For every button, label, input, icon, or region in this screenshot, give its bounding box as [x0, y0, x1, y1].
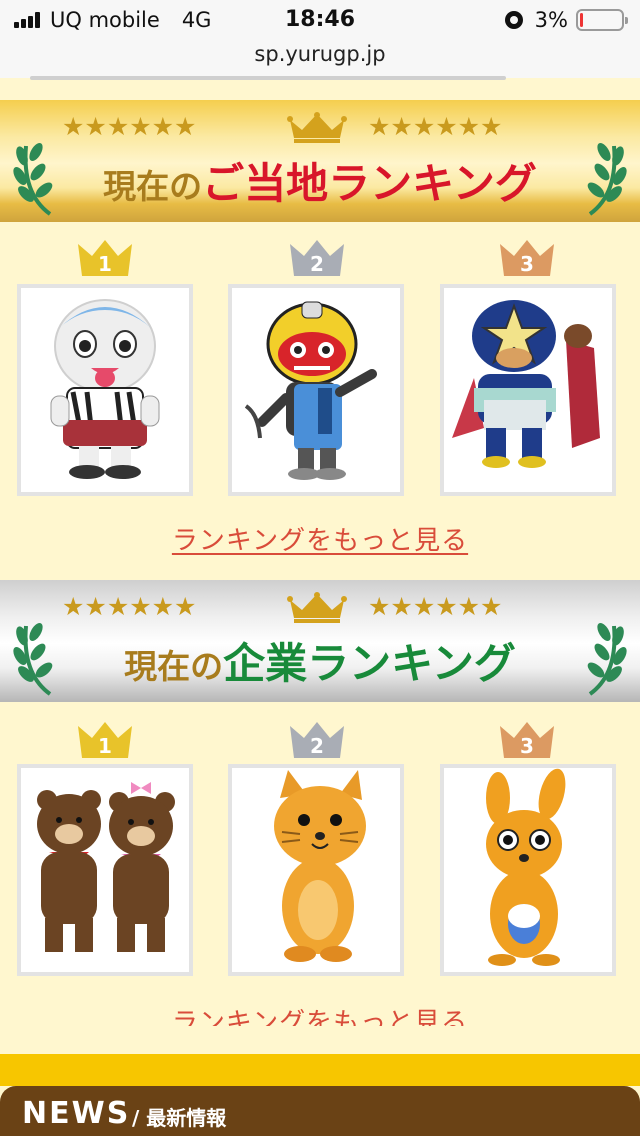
rank-2-crown-icon: 2 [288, 238, 346, 276]
section-title: 現在の企業ランキング [0, 630, 640, 691]
battery-icon [576, 9, 628, 31]
header-divider [30, 76, 506, 80]
mascot-image [452, 300, 600, 468]
crown-icon [287, 112, 347, 143]
rank-3-crown-icon: 3 [498, 720, 556, 758]
mascot-card-rank-1[interactable] [17, 284, 193, 496]
rank-number: 3 [520, 734, 534, 758]
rank-number: 3 [520, 252, 534, 276]
news-subtitle-text: 最新情報 [146, 1106, 227, 1130]
mascot-image [244, 301, 377, 480]
star-icons-right: ★★★★★★ [368, 592, 503, 621]
rank-number: 1 [98, 252, 112, 276]
news-subtitle: / 最新情報 [132, 1102, 226, 1131]
news-header[interactable]: NEWS / 最新情報 [0, 1086, 640, 1136]
mascot-image [37, 782, 175, 952]
title-prefix: 現在の [103, 167, 203, 206]
title-main: 企業ランキング [223, 639, 516, 688]
title-prefix: 現在の [124, 647, 224, 686]
rank-2-crown-icon: 2 [288, 720, 346, 758]
rank-1-crown-icon: 1 [76, 720, 134, 758]
local-ranking-banner: ★★★★★★ ★★★★★★ 現在のご当地ランキング [0, 100, 640, 222]
content-panel-bottom [0, 1026, 640, 1054]
mascot-card-rank-3[interactable] [440, 284, 616, 496]
battery-percent: 3% [534, 8, 568, 32]
mascot-image [274, 770, 366, 962]
mascot-card-rank-1[interactable] [17, 764, 193, 976]
mascot-image [486, 768, 566, 966]
rank-number: 1 [98, 734, 112, 758]
star-icons-left: ★★★★★★ [62, 112, 197, 141]
star-icons-right: ★★★★★★ [368, 112, 503, 141]
status-bar: UQ mobile 4G 18:46 3% [0, 0, 640, 40]
rank-number: 2 [310, 734, 324, 758]
alarm-icon [504, 11, 523, 29]
star-icons-left: ★★★★★★ [62, 592, 197, 621]
mascot-card-rank-3[interactable] [440, 764, 616, 976]
url-bar[interactable]: sp.yurugp.jp [0, 40, 640, 78]
mascot-card-rank-2[interactable] [228, 764, 404, 976]
rank-3-crown-icon: 3 [498, 238, 556, 276]
mascot-card-rank-2[interactable] [228, 284, 404, 496]
more-ranking-link-text[interactable]: ランキングをもっと見る [172, 526, 468, 556]
url-text[interactable]: sp.yurugp.jp [254, 42, 385, 66]
rank-number: 2 [310, 252, 324, 276]
rank-1-crown-icon: 1 [76, 238, 134, 276]
title-main: ご当地ランキング [202, 159, 537, 208]
crown-icon [287, 592, 347, 623]
news-separator: / [132, 1106, 140, 1130]
more-ranking-link[interactable]: ランキングをもっと見る [0, 520, 640, 557]
section-title: 現在のご当地ランキング [0, 150, 640, 211]
news-title: NEWS [22, 1096, 131, 1131]
mascot-image [50, 299, 160, 479]
company-ranking-banner: ★★★★★★ ★★★★★★ 現在の企業ランキング [0, 580, 640, 702]
section-footer-strip [0, 1054, 640, 1086]
